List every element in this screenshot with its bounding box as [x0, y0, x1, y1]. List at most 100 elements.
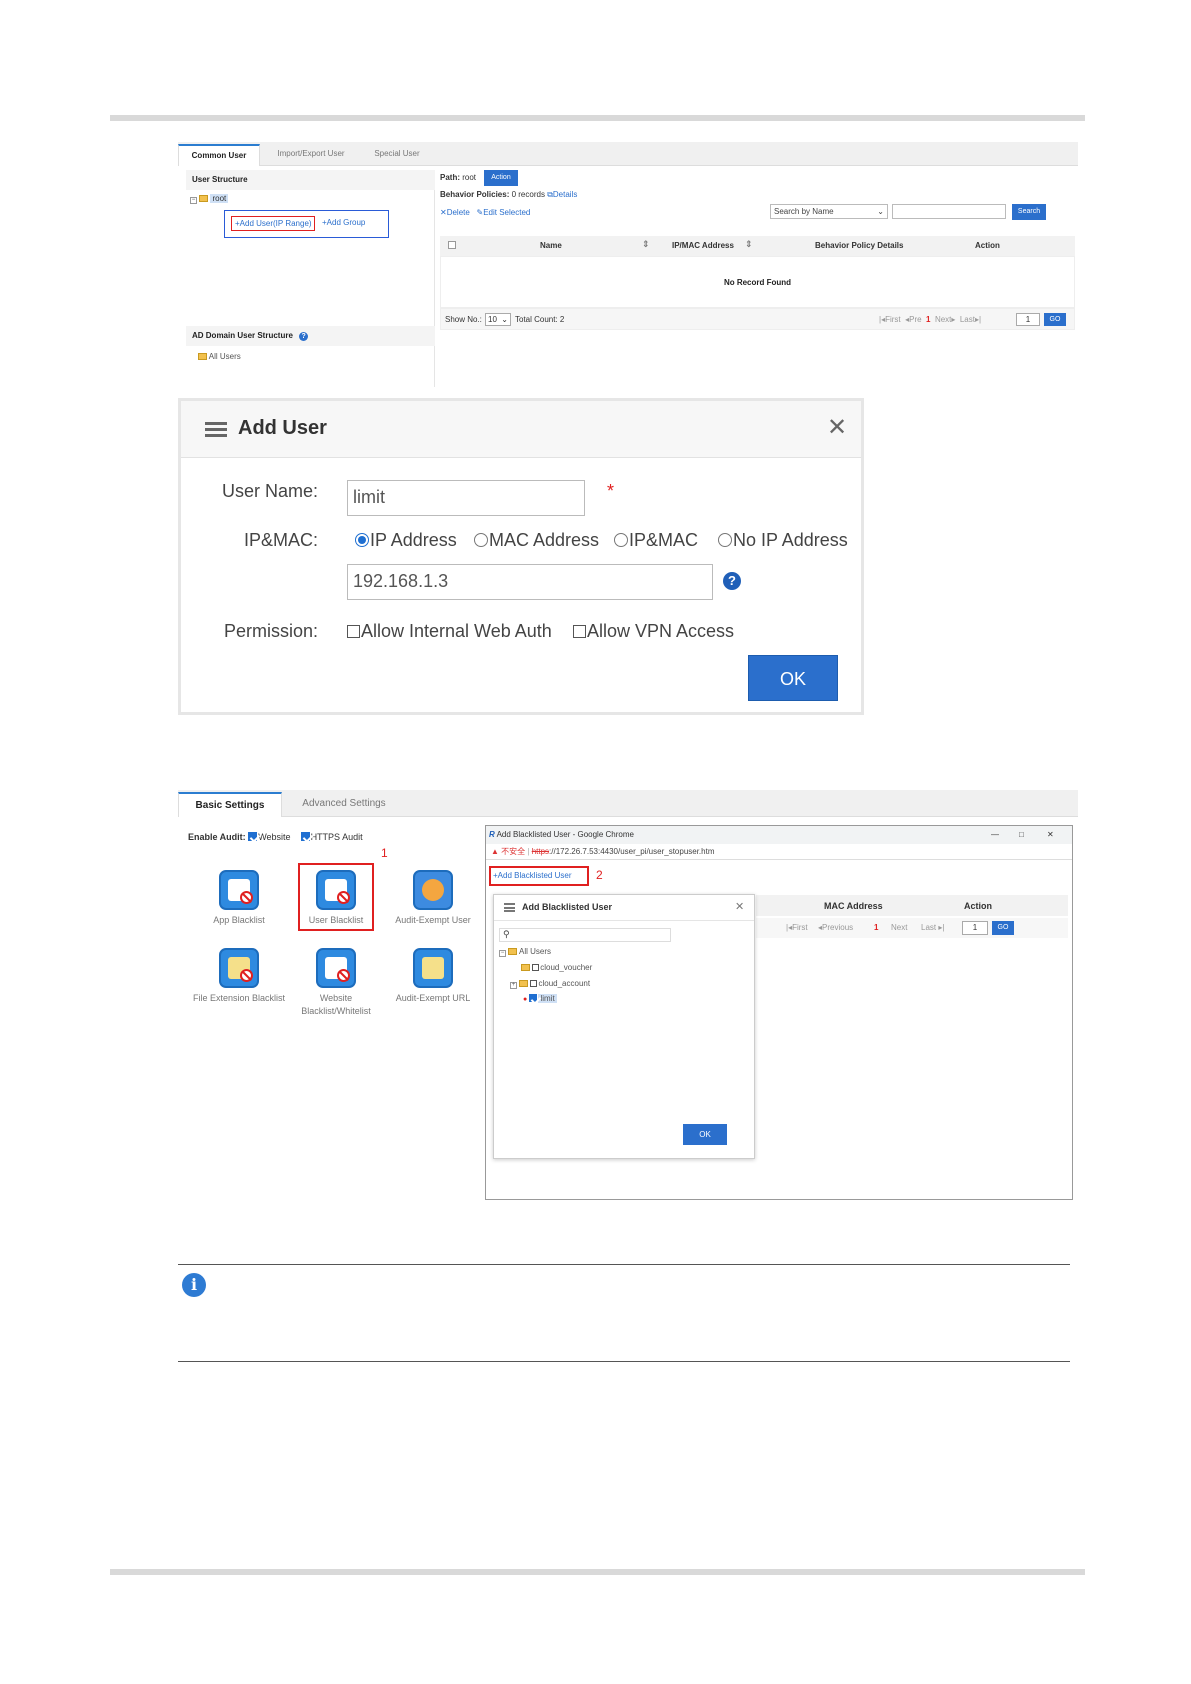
add-blacklisted-user-button[interactable]: +Add Blacklisted User	[489, 866, 589, 886]
checkbox-icon[interactable]	[529, 994, 538, 1002]
select-all-checkbox[interactable]	[448, 241, 456, 249]
close-icon[interactable]: ✕	[827, 413, 847, 442]
first-page-link[interactable]: |◂First	[786, 923, 808, 932]
sort-icon[interactable]: ⇕	[745, 239, 753, 250]
help-icon[interactable]: ?	[299, 332, 309, 341]
root-node-label: root	[210, 194, 229, 203]
close-icon[interactable]: ✕	[735, 900, 744, 913]
audit-exempt-url-tile[interactable]: Audit-Exempt URL	[385, 948, 481, 1005]
collapse-icon[interactable]: −	[499, 950, 506, 957]
ok-button[interactable]: OK	[683, 1124, 727, 1145]
dialog-header: Add Blacklisted User ✕	[494, 895, 754, 921]
tab-import-export-user[interactable]: Import/Export User	[262, 144, 360, 166]
sort-icon[interactable]: ⇕	[642, 239, 650, 250]
website-audit-checkbox[interactable]: Website	[248, 832, 291, 842]
current-page: 1	[874, 923, 879, 932]
col-behavior: Behavior Policy Details	[815, 241, 904, 250]
tree-node-limit[interactable]: ● limit	[523, 994, 557, 1003]
dialog-title: Add User	[238, 417, 327, 439]
edit-selected-button[interactable]: ✎Edit Selected	[477, 208, 531, 217]
minimize-icon[interactable]: —	[991, 826, 999, 844]
search-type-select[interactable]: Search by Name ⌄	[770, 204, 888, 219]
go-button[interactable]: GO	[992, 921, 1014, 935]
details-link[interactable]: ⧉Details	[547, 190, 577, 199]
last-page-link[interactable]: Last▸|	[960, 315, 981, 324]
all-users-node[interactable]: All Users	[198, 352, 241, 361]
radio-mac-address[interactable]: MAC Address	[474, 530, 599, 551]
window-titlebar: R Add Blacklisted User - Google Chrome —…	[486, 826, 1072, 844]
add-user-button[interactable]: +Add User(IP Range)	[231, 216, 315, 231]
tree-search-input[interactable]: ⚲	[499, 928, 671, 942]
checkbox-vpn-access[interactable]: Allow VPN Access	[573, 621, 734, 642]
insecure-label: 不安全	[501, 847, 526, 856]
website-blacklist-whitelist-tile[interactable]: Website Blacklist/Whitelist	[288, 948, 384, 1018]
radio-icon	[718, 533, 732, 547]
file-extension-blacklist-icon	[219, 948, 259, 988]
callout-number-2: 2	[596, 868, 603, 882]
ip-mac-label: IP&MAC:	[243, 530, 318, 550]
user-blacklist-tile[interactable]: User Blacklist	[288, 870, 384, 927]
user-management-screenshot: Common User Import/Export User Special U…	[178, 142, 1078, 387]
page-header-rule	[110, 115, 1085, 121]
folder-icon	[199, 195, 209, 202]
action-button[interactable]: Action	[484, 170, 518, 186]
table-header: Name ⇕ IP/MAC Address ⇕ Behavior Policy …	[440, 236, 1075, 256]
add-blacklisted-user-dialog: Add Blacklisted User ✕ ⚲ − All Users clo…	[493, 894, 755, 1159]
table-header: MAC Address Action	[756, 895, 1068, 916]
expand-icon[interactable]: +	[510, 982, 517, 989]
col-action: Action	[975, 241, 1000, 250]
tree-node-cloud-account[interactable]: + cloud_account	[510, 979, 590, 989]
maximize-icon[interactable]: □	[1019, 826, 1024, 844]
col-mac-address: MAC Address	[824, 901, 883, 911]
search-input[interactable]	[892, 204, 1006, 219]
radio-ip-address[interactable]: IP Address	[355, 530, 457, 551]
checkbox-icon[interactable]	[530, 980, 538, 987]
prev-page-link[interactable]: ◂Pre	[905, 315, 921, 324]
file-extension-blacklist-tile[interactable]: File Extension Blacklist	[191, 948, 287, 1005]
root-node[interactable]: − root	[190, 194, 229, 204]
page-number-input[interactable]: 1	[962, 921, 988, 935]
prev-page-link[interactable]: ◂Previous	[818, 923, 853, 932]
tab-basic-settings[interactable]: Basic Settings	[178, 792, 282, 817]
tab-special-user[interactable]: Special User	[362, 144, 432, 166]
path-row: Path: root	[440, 173, 477, 182]
delete-button[interactable]: ✕Delete	[440, 208, 470, 217]
ok-button[interactable]: OK	[748, 655, 838, 701]
page-number-input[interactable]: 1	[1016, 313, 1040, 326]
empty-table-message: No Record Found	[440, 256, 1075, 308]
page-size-select[interactable]: 10 ⌄	[485, 313, 511, 326]
collapse-icon[interactable]: −	[190, 197, 197, 204]
folder-icon	[508, 948, 518, 955]
checkbox-internal-web-auth[interactable]: Allow Internal Web Auth	[347, 621, 552, 642]
close-icon[interactable]: ✕	[1047, 826, 1054, 844]
ad-domain-header: AD Domain User Structure ?	[186, 326, 435, 346]
add-group-button[interactable]: +Add Group	[322, 216, 382, 231]
address-bar[interactable]: ▲ 不安全 | https://172.26.7.53:4430/user_pi…	[486, 844, 1072, 860]
radio-icon	[474, 533, 488, 547]
ip-address-input[interactable]: 192.168.1.3	[347, 564, 713, 600]
behavior-policies-row: Behavior Policies: 0 records ⧉Details	[440, 190, 578, 199]
next-page-link[interactable]: Next	[891, 923, 907, 932]
tab-common-user[interactable]: Common User	[178, 144, 260, 166]
last-page-link[interactable]: Last ▸|	[921, 923, 944, 932]
checkbox-icon	[248, 832, 258, 841]
username-input[interactable]: limit	[347, 480, 585, 516]
col-ip-mac[interactable]: IP/MAC Address	[672, 241, 734, 250]
radio-no-ip-address[interactable]: No IP Address	[718, 530, 848, 551]
go-button[interactable]: GO	[1044, 313, 1066, 326]
app-blacklist-icon	[219, 870, 259, 910]
radio-ip-mac[interactable]: IP&MAC	[614, 530, 698, 551]
search-button[interactable]: Search	[1012, 204, 1046, 220]
audit-exempt-user-tile[interactable]: Audit-Exempt User	[385, 870, 481, 927]
help-icon[interactable]: ?	[723, 572, 741, 590]
col-name[interactable]: Name	[540, 241, 562, 250]
tab-advanced-settings[interactable]: Advanced Settings	[284, 792, 404, 817]
https-audit-checkbox[interactable]: HTTPS Audit	[300, 832, 363, 842]
tree-node-all-users[interactable]: − All Users	[499, 947, 551, 957]
tree-node-cloud-voucher[interactable]: cloud_voucher	[521, 963, 592, 972]
next-page-link[interactable]: Next▸	[935, 315, 955, 324]
first-page-link[interactable]: |◂First	[879, 315, 901, 324]
checkbox-icon[interactable]	[532, 964, 540, 971]
app-blacklist-tile[interactable]: App Blacklist	[191, 870, 287, 927]
menu-icon	[205, 422, 227, 438]
